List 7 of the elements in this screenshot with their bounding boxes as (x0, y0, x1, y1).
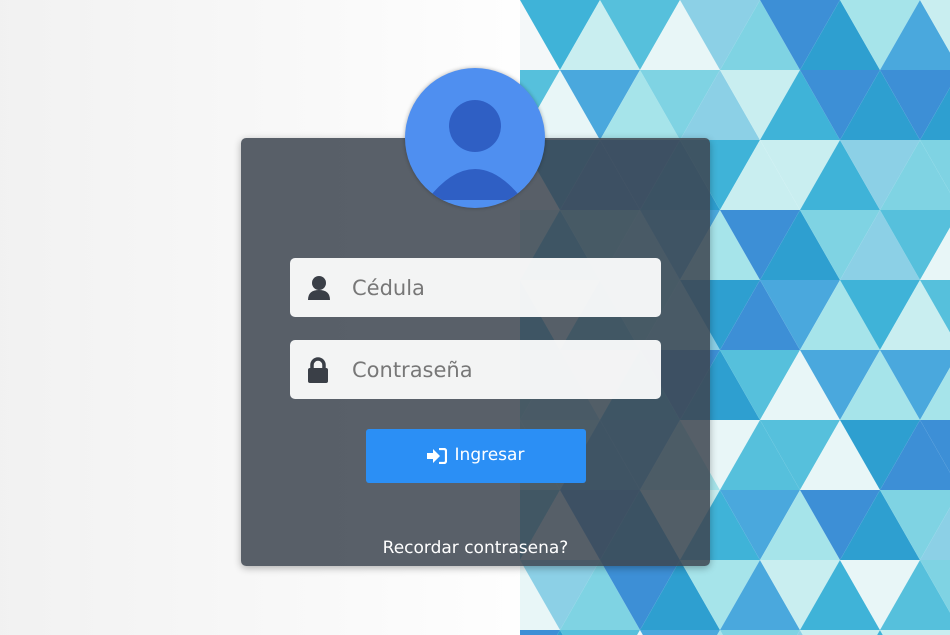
forgot-password-link[interactable]: Recordar contrasena? (382, 538, 568, 558)
lock-icon (308, 356, 328, 382)
password-field[interactable]: Contraseña (290, 340, 661, 399)
input-field[interactable]: Cédula (290, 258, 661, 317)
user-icon (308, 276, 330, 300)
login-button[interactable]: Ingresar (366, 429, 586, 483)
sign-in-icon (426, 448, 447, 464)
